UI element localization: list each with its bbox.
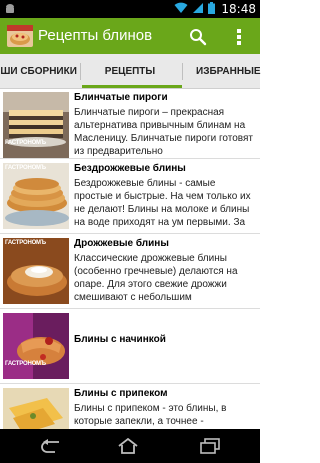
action-bar: Рецепты блинов — [0, 18, 260, 54]
tab-favorites[interactable]: ИЗБРАННЫЕ — [196, 54, 276, 88]
home-button[interactable] — [116, 437, 140, 455]
back-icon — [41, 439, 59, 453]
status-time: 18:48 — [221, 2, 256, 16]
thumbnail-brand-label: ГАСТРОНОМЪ — [5, 140, 46, 146]
recipe-title: Бездрожжевые блины — [74, 163, 186, 174]
app-title: Рецепты блинов — [38, 27, 153, 44]
tab-selected-indicator — [82, 85, 182, 88]
recipe-list[interactable]: ГАСТРОНОМЪ Блинчатые пироги Блинчатые пи… — [0, 89, 260, 429]
home-icon — [118, 438, 138, 454]
overflow-menu-button[interactable] — [228, 24, 250, 50]
search-button[interactable] — [185, 24, 211, 50]
navigation-bar — [0, 429, 260, 463]
list-item[interactable]: Блины с припеком Блины с припеком - это … — [0, 385, 260, 429]
thumbnail-brand-label: ГАСТРОНОМЪ — [5, 361, 46, 367]
recipe-description: Блинчатые пироги – прекрасная альтернати… — [74, 107, 253, 157]
list-item[interactable]: ГАСТРОНОМЪ Дрожжевые блины Классические … — [0, 235, 260, 309]
recipe-description: Классические дрожжевые блины (особенно г… — [74, 253, 238, 303]
recipe-title: Дрожжевые блины — [74, 238, 169, 249]
thumbnail-brand-label: ГАСТРОНОМЪ — [5, 240, 46, 246]
recent-apps-button[interactable] — [198, 437, 222, 455]
recipe-description: Бездрожжевые блины - самые простые и быс… — [74, 178, 251, 228]
battery-icon — [208, 1, 216, 17]
tab-collections[interactable]: АШИ СБОРНИКИ — [0, 54, 80, 88]
list-item[interactable]: ГАСТРОНОМЪ Блинчатые пироги Блинчатые пи… — [0, 89, 260, 159]
recent-apps-icon — [200, 438, 220, 454]
recipe-thumbnail: ГАСТРОНОМЪ — [3, 313, 69, 379]
recipe-thumbnail: ГАСТРОНОМЪ — [3, 163, 69, 229]
status-bar: 18:48 — [0, 0, 260, 18]
tab-bar: АШИ СБОРНИКИ РЕЦЕПТЫ ИЗБРАННЫЕ — [0, 54, 261, 89]
tab-recipes[interactable]: РЕЦЕПТЫ — [80, 54, 180, 88]
wifi-icon — [174, 2, 188, 17]
android-icon — [4, 3, 16, 15]
thumbnail-brand-label: ГАСТРОНОМЪ — [5, 165, 46, 171]
signal-icon — [192, 2, 204, 17]
pancake-app-icon[interactable] — [6, 23, 34, 49]
overflow-menu-icon — [237, 29, 241, 45]
tab-divider — [182, 63, 183, 80]
list-item[interactable]: ГАСТРОНОМЪ Блины с начинкой — [0, 310, 260, 384]
recipe-thumbnail: ГАСТРОНОМЪ — [3, 92, 69, 158]
recipe-thumbnail: ГАСТРОНОМЪ — [3, 238, 69, 304]
recipe-thumbnail — [3, 388, 69, 429]
recipe-title: Блины с припеком — [74, 388, 168, 399]
recipe-title: Блинчатые пироги — [74, 92, 168, 103]
search-icon — [190, 29, 207, 46]
recipe-title: Блины с начинкой — [74, 334, 166, 345]
recipe-description: Блины с припеком - это блины, в которые … — [74, 403, 227, 427]
back-button[interactable] — [38, 437, 62, 455]
list-item[interactable]: ГАСТРОНОМЪ Бездрожжевые блины Бездрожжев… — [0, 160, 260, 234]
